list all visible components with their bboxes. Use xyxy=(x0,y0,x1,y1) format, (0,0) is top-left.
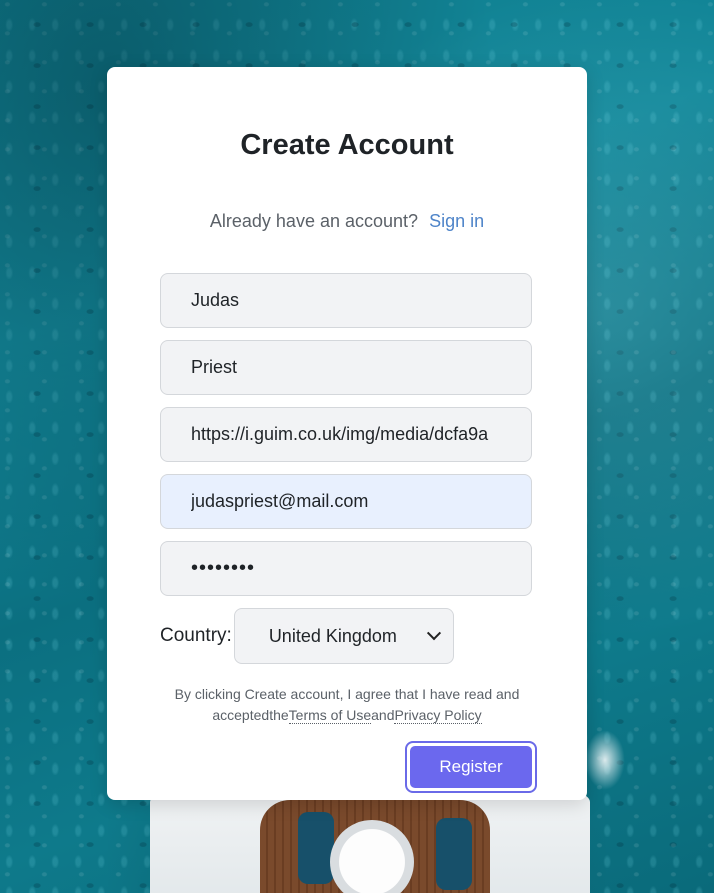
boat-seat-right xyxy=(436,818,472,890)
terms-the: the xyxy=(269,707,289,723)
first-name-input[interactable] xyxy=(160,273,532,328)
chevron-down-icon xyxy=(426,626,441,641)
boat-seat-left xyxy=(298,812,334,884)
password-input[interactable] xyxy=(160,541,532,596)
country-select-value: United Kingdom xyxy=(268,625,397,646)
page-title: Create Account xyxy=(240,129,454,161)
signin-link[interactable]: Sign in xyxy=(429,211,484,231)
last-name-input[interactable] xyxy=(160,340,532,395)
terms-of-use-link[interactable]: Terms of Use xyxy=(288,707,372,724)
boat-wake xyxy=(585,730,625,790)
signin-prompt-row: Already have an account? Sign in xyxy=(107,211,587,232)
register-button[interactable]: Register xyxy=(410,746,532,788)
email-input[interactable] xyxy=(160,474,532,529)
terms-notice: By clicking Create account, I agree that… xyxy=(147,684,547,726)
country-row: Country: United Kingdom xyxy=(160,608,454,664)
terms-and: and xyxy=(371,707,395,723)
avatar-url-input[interactable] xyxy=(160,407,532,462)
country-label: Country: xyxy=(160,625,232,646)
signin-prompt-text: Already have an account? xyxy=(209,211,419,231)
register-card: Create Account Already have an account? … xyxy=(107,67,587,800)
privacy-policy-link[interactable]: Privacy Policy xyxy=(394,707,482,724)
register-focus-ring: Register xyxy=(405,741,537,793)
country-select[interactable]: United Kingdom xyxy=(233,608,454,664)
